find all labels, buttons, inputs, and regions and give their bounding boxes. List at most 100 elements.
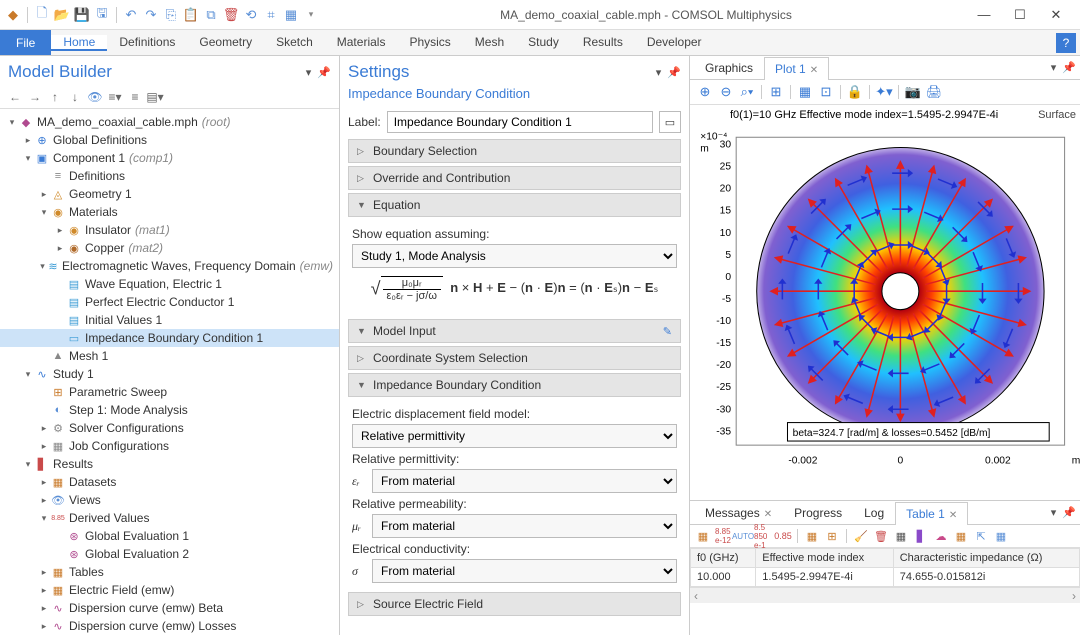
twisty-icon[interactable]: ▾ <box>22 153 34 164</box>
lock-icon[interactable]: 🔒 <box>846 83 864 101</box>
table-cell[interactable]: 1.5495-2.9947E-4i <box>756 568 893 587</box>
section-model-input[interactable]: ▼Model Input✎ <box>348 319 681 343</box>
panel-menu-icon[interactable]: ▾ <box>1051 61 1057 74</box>
pin-icon[interactable]: 📌 <box>1062 61 1076 74</box>
edit-icon[interactable]: ✎ <box>663 325 672 338</box>
tree-item[interactable]: ▸▦Electric Field (emw) <box>0 581 339 599</box>
sig-select[interactable]: From material <box>372 559 677 583</box>
twisty-icon[interactable]: ▸ <box>38 621 50 632</box>
refresh-icon[interactable]: ⟲ <box>242 6 260 24</box>
perm-select[interactable]: From material <box>372 469 677 493</box>
view-grid-icon[interactable]: ⊡ <box>817 83 835 101</box>
table-header[interactable]: f0 (GHz) <box>691 549 756 568</box>
open-icon[interactable]: 📂 <box>53 6 71 24</box>
nav-up-icon[interactable]: ↑ <box>46 88 64 106</box>
maximize-button[interactable]: ☐ <box>1008 7 1032 23</box>
tree-item[interactable]: ⊛Global Evaluation 1 <box>0 527 339 545</box>
section-equation[interactable]: ▼Equation <box>348 193 681 217</box>
tree-item[interactable]: ▸👁Views <box>0 491 339 509</box>
table-clear-icon[interactable]: 🧹 <box>852 527 870 545</box>
nav-down-icon[interactable]: ↓ <box>66 88 84 106</box>
tree-item[interactable]: ▸⊕Global Definitions <box>0 131 339 149</box>
graphics-tab[interactable]: Graphics <box>694 56 764 79</box>
tree-item[interactable]: ▾▣Component 1(comp1) <box>0 149 339 167</box>
close-button[interactable]: ✕ <box>1044 7 1068 23</box>
twisty-icon[interactable]: ▸ <box>38 423 50 434</box>
tree-item[interactable]: ▾◉Materials <box>0 203 339 221</box>
zoom-extents-icon[interactable]: ⊞ <box>767 83 785 101</box>
bottom-tab[interactable]: Log <box>853 501 895 524</box>
twisty-icon[interactable]: ▾ <box>38 207 50 218</box>
tree-item[interactable]: ▸▦Datasets <box>0 473 339 491</box>
zoom-out-icon[interactable]: ⊖ <box>717 83 735 101</box>
label-input[interactable] <box>387 111 653 133</box>
bottom-tab[interactable]: Table 1✕ <box>895 502 968 525</box>
table-header[interactable]: Effective mode index <box>756 549 893 568</box>
twisty-icon[interactable]: ▾ <box>38 261 47 272</box>
tree-item[interactable]: ▾8.85Derived Values <box>0 509 339 527</box>
close-tab-icon[interactable]: ✕ <box>810 65 818 76</box>
twisty-icon[interactable]: ▸ <box>38 495 50 506</box>
label-tag-button[interactable]: ▭ <box>659 111 681 133</box>
close-tab-icon[interactable]: ✕ <box>949 510 957 521</box>
table-scrollbar[interactable]: ‹ › <box>690 587 1080 603</box>
disp-select[interactable]: Relative permittivity <box>352 424 677 448</box>
pin-icon[interactable]: 📌 <box>1062 506 1076 519</box>
table-export-icon[interactable]: ☁ <box>932 527 950 545</box>
section-override[interactable]: ▷Override and Contribution <box>348 166 681 190</box>
table-auto-icon[interactable]: AUTO <box>734 527 752 545</box>
tree-item[interactable]: ▸◉Insulator(mat1) <box>0 221 339 239</box>
dropdown-icon[interactable]: ▾ <box>302 6 320 24</box>
ribbon-tab-home[interactable]: Home <box>51 35 107 51</box>
graphics-tab[interactable]: Plot 1✕ <box>764 57 829 80</box>
table-paste-icon[interactable]: ▋ <box>912 527 930 545</box>
table-cell[interactable]: 74.655-0.015812i <box>893 568 1079 587</box>
nav-back-icon[interactable]: ← <box>6 88 24 106</box>
ribbon-tab-developer[interactable]: Developer <box>635 35 714 49</box>
view-xy-icon[interactable]: ▦ <box>796 83 814 101</box>
ribbon-tab-sketch[interactable]: Sketch <box>264 35 325 49</box>
ribbon-tab-physics[interactable]: Physics <box>397 35 462 49</box>
zoom-box-icon[interactable]: ⌕▾ <box>738 83 756 101</box>
results-table[interactable]: f0 (GHz)Effective mode indexCharacterist… <box>690 548 1080 587</box>
tree-item[interactable]: ▤Perfect Electric Conductor 1 <box>0 293 339 311</box>
tree-item[interactable]: ▸⚙Solver Configurations <box>0 419 339 437</box>
model-tree[interactable]: ▾◆MA_demo_coaxial_cable.mph(root)▸⊕Globa… <box>0 109 339 635</box>
screenshot-icon[interactable]: ⌗ <box>262 6 280 24</box>
table-085-icon[interactable]: 0.85 <box>774 527 792 545</box>
snapshot-icon[interactable]: 📷 <box>904 83 922 101</box>
table-850-icon[interactable]: 8.5 850e-1 <box>754 527 772 545</box>
twisty-icon[interactable]: ▾ <box>38 513 50 524</box>
minimize-button[interactable]: — <box>972 7 996 23</box>
twisty-icon[interactable]: ▸ <box>38 189 50 200</box>
tree-menu-icon[interactable]: ▤▾ <box>146 88 164 106</box>
tree-item[interactable]: ⊞Parametric Sweep <box>0 383 339 401</box>
close-tab-icon[interactable]: ✕ <box>764 509 772 520</box>
tree-item[interactable]: ≡Definitions <box>0 167 339 185</box>
bottom-tab[interactable]: Messages✕ <box>694 501 783 524</box>
tree-item[interactable]: ▤Wave Equation, Electric 1 <box>0 275 339 293</box>
scene-light-icon[interactable]: ✦▾ <box>875 83 893 101</box>
ribbon-tab-mesh[interactable]: Mesh <box>463 35 516 49</box>
section-coord[interactable]: ▷Coordinate System Selection <box>348 346 681 370</box>
table-cell[interactable]: 10.000 <box>691 568 756 587</box>
zoom-in-icon[interactable]: ⊕ <box>696 83 714 101</box>
copy-icon[interactable]: ⎘ <box>162 6 180 24</box>
tree-item[interactable]: ▲Mesh 1 <box>0 347 339 365</box>
help-button[interactable]: ? <box>1056 33 1076 53</box>
duplicate-icon[interactable]: ⧉ <box>202 6 220 24</box>
tree-item[interactable]: ▸▦Job Configurations <box>0 437 339 455</box>
save-as-icon[interactable]: 🖫 <box>93 6 111 24</box>
section-ibc[interactable]: ▼Impedance Boundary Condition <box>348 373 681 397</box>
scroll-left-icon[interactable]: ‹ <box>694 589 698 603</box>
twisty-icon[interactable]: ▾ <box>22 369 34 380</box>
twisty-icon[interactable]: ▸ <box>54 243 66 254</box>
tree-item[interactable]: ▾▋Results <box>0 455 339 473</box>
tree-item[interactable]: ▾∿Study 1 <box>0 365 339 383</box>
mur-select[interactable]: From material <box>372 514 677 538</box>
tree-item[interactable]: ⊛Global Evaluation 2 <box>0 545 339 563</box>
twisty-icon[interactable]: ▸ <box>38 477 50 488</box>
table-add-icon[interactable]: ▦ <box>992 527 1010 545</box>
print-icon[interactable]: 🖨 <box>925 83 943 101</box>
section-source[interactable]: ▷Source Electric Field <box>348 592 681 616</box>
